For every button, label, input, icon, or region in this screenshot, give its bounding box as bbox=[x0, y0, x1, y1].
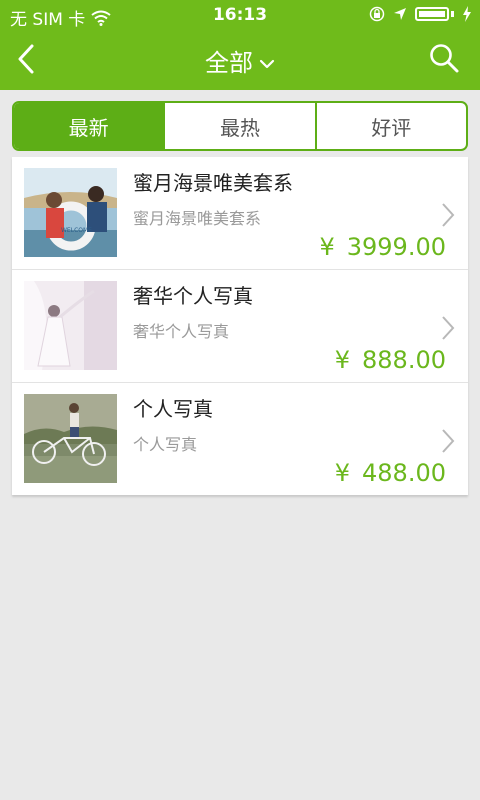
nav-bar: 全部 bbox=[0, 30, 480, 90]
battery-tip bbox=[451, 11, 454, 17]
item-title: 奢华个人写真 bbox=[133, 284, 253, 308]
couple-photo-thumbnail: WELCOME bbox=[24, 168, 117, 257]
currency-symbol: ¥ bbox=[334, 346, 351, 374]
bicycle-photo-thumbnail bbox=[24, 394, 117, 483]
item-subtitle: 个人写真 bbox=[133, 435, 198, 454]
item-title: 个人写真 bbox=[133, 397, 213, 421]
item-title: 蜜月海景唯美套系 bbox=[133, 171, 293, 195]
package-list: WELCOME 蜜月海景唯美套系 蜜月海景唯美套系 ¥3999.00 奢华个人写… bbox=[12, 157, 468, 495]
status-bar: 无 SIM 卡 16:13 bbox=[0, 0, 480, 30]
location-arrow-icon bbox=[394, 8, 406, 20]
list-item[interactable]: 奢华个人写真 奢华个人写真 ¥888.00 bbox=[12, 269, 468, 382]
status-icons bbox=[369, 6, 472, 22]
chevron-right-icon bbox=[442, 316, 455, 340]
rotation-lock-icon bbox=[369, 6, 385, 22]
price-value: 888.00 bbox=[362, 346, 446, 374]
tab-hottest[interactable]: 最热 bbox=[163, 103, 314, 149]
price-value: 488.00 bbox=[362, 459, 446, 487]
currency-symbol: ¥ bbox=[334, 459, 351, 487]
list-item[interactable]: WELCOME 蜜月海景唯美套系 蜜月海景唯美套系 ¥3999.00 bbox=[12, 157, 468, 269]
chevron-right-icon bbox=[442, 203, 455, 227]
tab-newest[interactable]: 最新 bbox=[14, 103, 164, 149]
item-price: ¥488.00 bbox=[335, 459, 446, 487]
item-subtitle: 奢华个人写真 bbox=[133, 322, 230, 341]
charging-bolt-icon bbox=[463, 6, 471, 22]
nav-title-label: 全部 bbox=[205, 49, 253, 77]
bride-photo-thumbnail bbox=[24, 281, 117, 370]
item-price: ¥3999.00 bbox=[319, 233, 446, 261]
currency-symbol: ¥ bbox=[319, 233, 335, 261]
chevron-down-icon bbox=[259, 59, 275, 69]
nav-title-dropdown[interactable]: 全部 bbox=[0, 43, 480, 78]
filter-tabs: 最新 最热 好评 bbox=[12, 101, 468, 151]
svg-text:WELCOME: WELCOME bbox=[61, 227, 92, 234]
item-subtitle: 蜜月海景唯美套系 bbox=[133, 209, 262, 228]
item-price: ¥888.00 bbox=[335, 346, 446, 374]
tab-best-rated[interactable]: 好评 bbox=[314, 103, 466, 149]
list-item[interactable]: 个人写真 个人写真 ¥488.00 bbox=[12, 382, 468, 495]
price-value: 3999.00 bbox=[346, 233, 446, 261]
search-button[interactable] bbox=[428, 42, 460, 74]
top-bar: 无 SIM 卡 16:13 全部 bbox=[0, 0, 480, 90]
chevron-right-icon bbox=[442, 429, 455, 453]
battery-icon bbox=[415, 7, 449, 21]
